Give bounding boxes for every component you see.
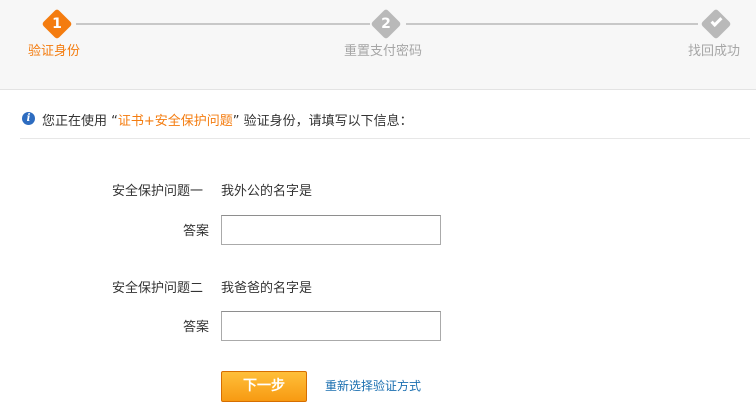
notice-method: 证书+安全保护问题 [117,114,233,129]
question-2-label: 安全保护问题二 [112,281,204,296]
step-3-label: 找回成功 [688,44,741,59]
progress-steps: 1 2 验证身份 重置支付密码 找回成功 [0,0,756,90]
answer-1-input[interactable] [221,215,441,245]
next-step-button[interactable]: 下一步 [221,371,307,402]
notice-text: 您正在使用 “证书+安全保护问题” 验证身份，请填写以下信息： [42,110,413,129]
step-1-number: 1 [52,16,62,32]
answer-1-label: 答案 [183,224,210,239]
reselect-verification-link[interactable]: 重新选择验证方式 [325,377,421,394]
step-3-marker [700,8,732,40]
step-1-label: 验证身份 [28,44,81,59]
answer-2-input[interactable] [221,311,441,341]
progress-connector [76,23,370,25]
notice-prefix: 您正在使用 “ [42,114,118,129]
step-2-label: 重置支付密码 [344,44,423,59]
step-1-marker: 1 [41,8,73,40]
question-2-text: 我爸爸的名字是 [221,281,313,296]
question-1-text: 我外公的名字是 [221,184,313,199]
question-1-label: 安全保护问题一 [112,184,204,199]
answer-2-label: 答案 [183,320,210,335]
step-2-marker: 2 [370,8,402,40]
progress-connector [406,23,698,25]
step-2-number: 2 [381,16,391,32]
info-icon: i [22,112,35,125]
verification-notice: i 您正在使用 “证书+安全保护问题” 验证身份，请填写以下信息： [20,106,750,139]
notice-suffix: ” 验证身份，请填写以下信息： [232,114,413,129]
